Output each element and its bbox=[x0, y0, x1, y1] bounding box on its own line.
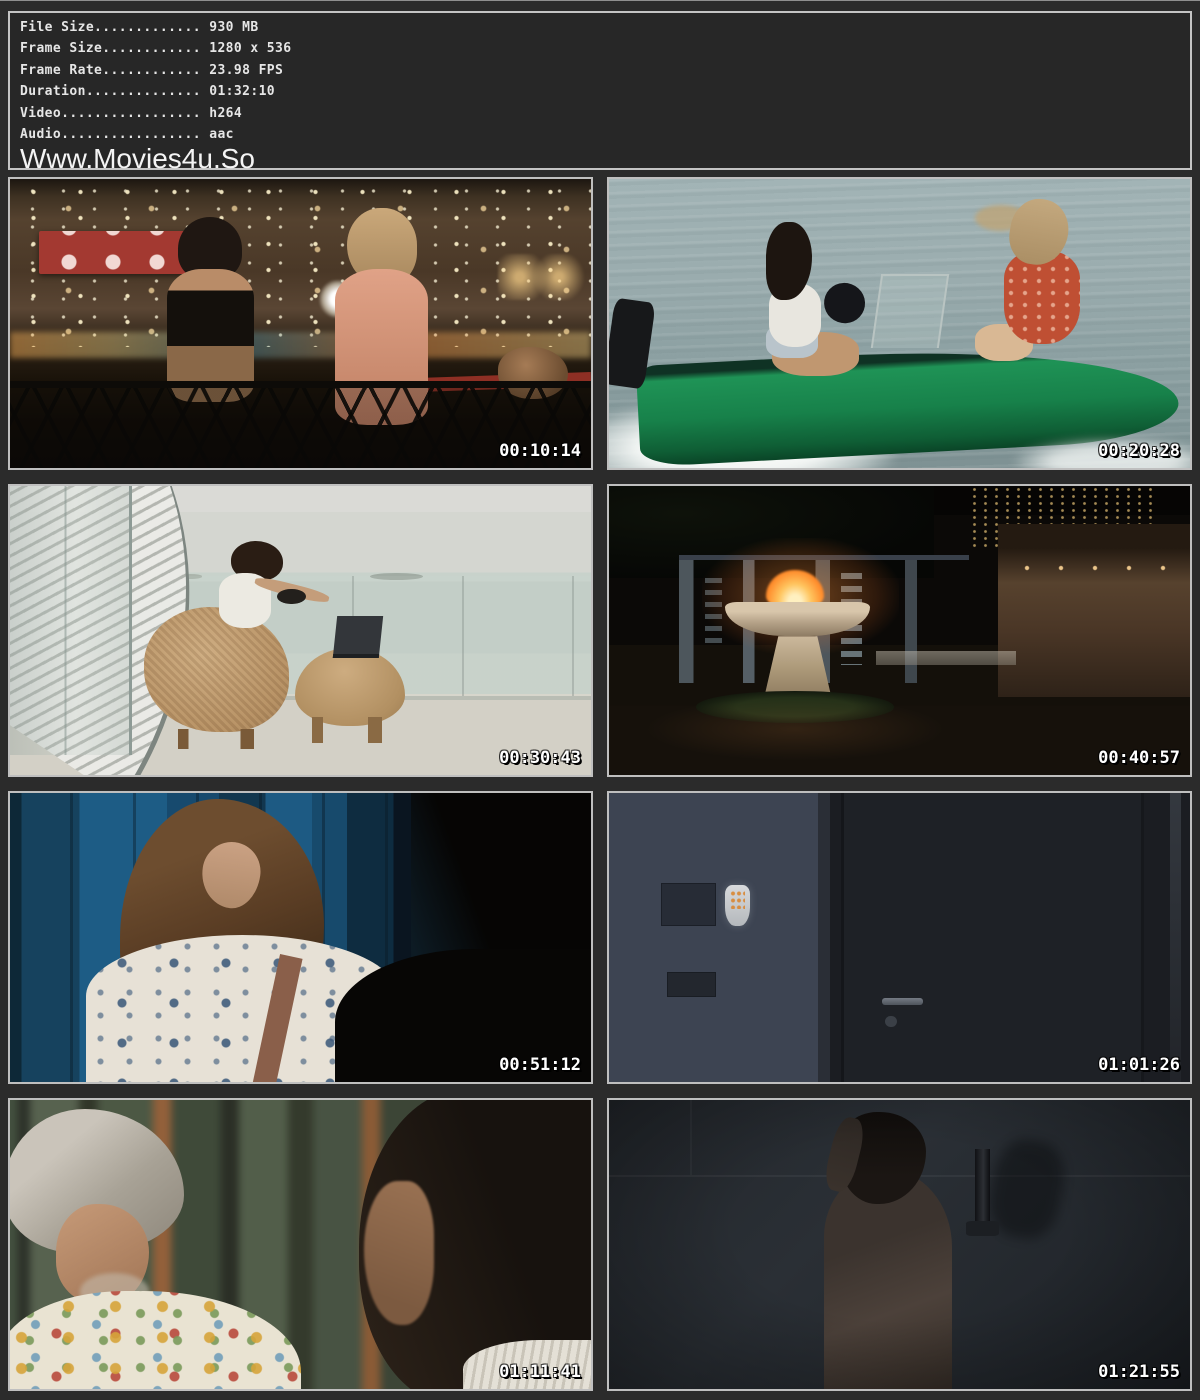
scene-night-market bbox=[10, 179, 591, 468]
info-line-file-size: File Size............. 930 MB bbox=[20, 17, 1180, 38]
younger-man-profile bbox=[364, 1181, 434, 1326]
door-lock bbox=[885, 1016, 897, 1028]
timestamp-badge: 01:01:26 bbox=[1098, 1057, 1180, 1074]
wall-switch-panel bbox=[661, 883, 716, 926]
table-legs bbox=[312, 717, 382, 743]
timestamp-badge: 00:20:28 bbox=[1098, 443, 1180, 460]
neon-sign bbox=[498, 254, 585, 300]
timestamp-badge: 00:40:57 bbox=[1098, 750, 1180, 767]
timestamp-badge: 00:30:43 bbox=[499, 750, 581, 767]
timestamp-badge: 01:11:41 bbox=[499, 1364, 581, 1381]
stone-building bbox=[998, 524, 1190, 697]
red-banner bbox=[39, 231, 196, 274]
scene-boat bbox=[609, 179, 1190, 468]
media-info-panel: File Size............. 930 MB Frame Size… bbox=[8, 11, 1192, 170]
glass-wall bbox=[10, 486, 132, 755]
wall-switch-lower bbox=[667, 972, 716, 997]
scene-courtyard bbox=[609, 486, 1190, 775]
scene-woman-blouse bbox=[10, 793, 591, 1082]
vignette-overlay bbox=[609, 1100, 1190, 1389]
thumbnail-balcony: 00:30:43 bbox=[8, 484, 593, 777]
info-line-audio: Audio................. aac bbox=[20, 124, 1180, 145]
thumbnail-woman-blouse: 00:51:12 bbox=[8, 791, 593, 1084]
timestamp-badge: 00:10:14 bbox=[499, 443, 581, 460]
info-line-video: Video................. h264 bbox=[20, 103, 1180, 124]
chair-legs bbox=[178, 729, 254, 749]
timestamp-badge: 01:21:55 bbox=[1098, 1364, 1180, 1381]
keypad-remote bbox=[725, 885, 749, 925]
scene-shower bbox=[609, 1100, 1190, 1389]
curtain-light-strip bbox=[1170, 793, 1182, 1082]
laptop bbox=[333, 616, 384, 658]
door-handle bbox=[882, 998, 923, 1005]
thumbnail-grid: 00:10:14 00:20:28 bbox=[8, 177, 1192, 1391]
passenger-red-dress bbox=[1004, 251, 1080, 343]
boat-windshield bbox=[871, 274, 949, 348]
wooden-door bbox=[841, 793, 1143, 1082]
thumbnail-night-market: 00:10:14 bbox=[8, 177, 593, 470]
thumbnail-dark-door: 01:01:26 bbox=[607, 791, 1192, 1084]
thumbnail-shower: 01:21:55 bbox=[607, 1098, 1192, 1391]
scene-two-men bbox=[10, 1100, 591, 1389]
thumbnail-boat: 00:20:28 bbox=[607, 177, 1192, 470]
scene-balcony bbox=[10, 486, 591, 775]
downlights bbox=[1010, 564, 1173, 573]
info-line-frame-size: Frame Size............ 1280 x 536 bbox=[20, 38, 1180, 59]
info-line-frame-rate: Frame Rate............ 23.98 FPS bbox=[20, 60, 1180, 81]
timestamp-badge: 00:51:12 bbox=[499, 1057, 581, 1074]
thumbnail-two-men: 01:11:41 bbox=[8, 1098, 593, 1391]
thumbnail-courtyard: 00:40:57 bbox=[607, 484, 1192, 777]
video-contact-sheet: File Size............. 930 MB Frame Size… bbox=[0, 0, 1200, 1400]
site-watermark: Www.Movies4u.So bbox=[20, 146, 1180, 171]
scene-dark-door bbox=[609, 793, 1190, 1082]
ground-glow bbox=[644, 697, 946, 761]
info-line-duration: Duration.............. 01:32:10 bbox=[20, 81, 1180, 102]
